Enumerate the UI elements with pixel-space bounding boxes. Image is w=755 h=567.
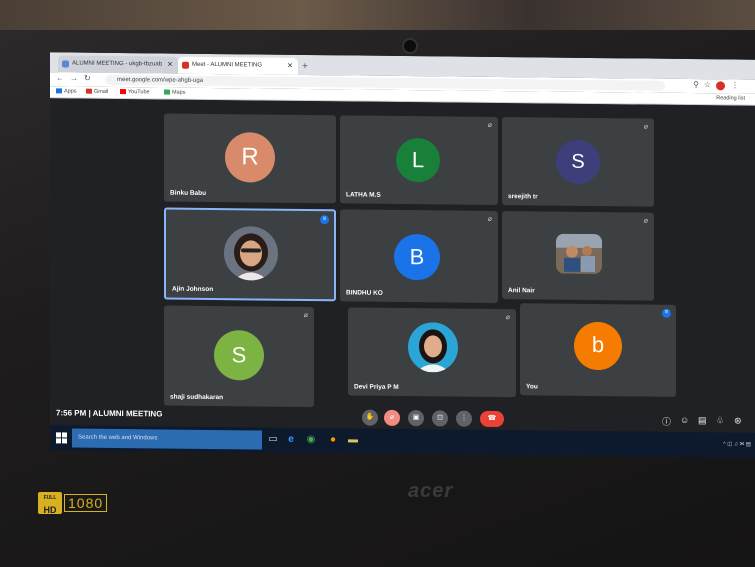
meeting-separator: |: [88, 408, 91, 418]
maps-icon: [164, 89, 170, 95]
tab-label: ALUMNI MEETING - ukgb-tbzuab: [72, 60, 163, 68]
avatar: L: [396, 137, 440, 183]
reading-list[interactable]: Reading list: [716, 95, 745, 101]
apps-grid-icon: [56, 88, 62, 94]
mic-off-icon: ⌀: [303, 311, 308, 320]
resolution-label: 1080: [64, 494, 108, 512]
people-icon[interactable]: ☺: [680, 415, 689, 425]
task-view-icon[interactable]: ▭: [266, 433, 280, 447]
firefox-icon[interactable]: ●: [326, 433, 340, 447]
bookmark-gmail[interactable]: Gmail: [86, 88, 108, 95]
account-avatar[interactable]: [716, 81, 725, 91]
avatar: b: [574, 321, 622, 371]
webcam: [402, 38, 418, 54]
participant-tile[interactable]: ≡ Ajin Johnson: [164, 207, 336, 302]
back-icon[interactable]: ←: [56, 73, 64, 82]
file-explorer-icon[interactable]: ▬: [346, 433, 360, 447]
brand-logo: acer: [408, 480, 454, 502]
bookmark-apps[interactable]: Apps: [56, 88, 77, 95]
present-button[interactable]: ⊡: [432, 410, 448, 427]
taskbar-search-box[interactable]: Search the web and Windows: [72, 428, 262, 450]
bookmark-youtube[interactable]: YouTube: [120, 89, 150, 95]
avatar: R: [225, 132, 275, 183]
participant-name: Ajin Johnson: [172, 285, 214, 294]
speaking-indicator-icon: ≡: [320, 215, 329, 225]
mic-off-icon: ⌀: [487, 121, 492, 129]
star-icon[interactable]: ☆: [704, 80, 711, 89]
participant-tile[interactable]: ⌀ S sreejith tr: [502, 117, 654, 207]
system-tray[interactable]: ^ ◫ ♫ ✉ ▤: [723, 441, 751, 447]
background-wall: [0, 0, 755, 30]
participant-photo: [408, 322, 458, 373]
windows-start-icon[interactable]: [56, 432, 67, 444]
avatar: B: [394, 233, 440, 281]
participant-name: Binku Babu: [170, 189, 207, 197]
mic-off-icon: ⌀: [505, 314, 510, 322]
participant-name: You: [526, 383, 538, 391]
info-icon[interactable]: ⓘ: [662, 415, 671, 428]
participant-tile[interactable]: ⌀ S shaji sudhakaran: [164, 305, 314, 408]
laptop-frame: ALUMNI MEETING - ukgb-tbzuab ✕ Meet - AL…: [0, 0, 755, 567]
key-icon[interactable]: ⚲: [693, 80, 699, 89]
participant-tile[interactable]: ⌀ L LATHA M.S: [340, 115, 498, 206]
participant-name: LATHA M.S: [346, 191, 381, 199]
participant-tile[interactable]: ≡ b You: [520, 303, 676, 397]
participant-name: Anil Nair: [508, 287, 535, 295]
captions-button[interactable]: ▣: [408, 410, 424, 427]
meeting-info: 7:56 PM | ALUMNI MEETING: [56, 408, 162, 418]
meet-grid: R Binku Babu ⌀ L LATHA M.S ⌀ S sreejith …: [50, 98, 755, 432]
close-icon[interactable]: ✕: [167, 57, 173, 74]
participant-name: BINDHU KO: [346, 289, 383, 297]
menu-icon[interactable]: ⋮: [731, 80, 739, 89]
raise-hand-button[interactable]: ✋: [362, 409, 378, 426]
person-photo-icon: [408, 322, 458, 373]
meeting-title: ALUMNI MEETING: [92, 408, 163, 419]
tab-favicon-icon: [62, 60, 69, 68]
participant-name: Devi Priya P M: [354, 383, 399, 391]
participant-tile[interactable]: R Binku Babu: [164, 113, 336, 204]
close-icon[interactable]: ✕: [287, 58, 293, 75]
participant-tile[interactable]: ⌀ Devi Priya P M: [348, 307, 516, 398]
avatar: S: [214, 330, 264, 381]
forward-icon[interactable]: →: [70, 74, 78, 83]
participant-photo: [556, 233, 602, 275]
mic-toggle-button[interactable]: ⌀: [384, 409, 400, 426]
bookmark-maps[interactable]: Maps: [164, 89, 185, 96]
reload-icon[interactable]: ↻: [84, 74, 91, 83]
end-call-button[interactable]: ☎: [480, 410, 504, 428]
more-options-button[interactable]: ⋮: [456, 410, 472, 427]
new-tab-icon[interactable]: +: [302, 58, 308, 75]
person-photo-icon: [556, 233, 602, 275]
speaking-indicator-icon: ≡: [662, 308, 671, 318]
tab-favicon-icon: [182, 61, 189, 69]
mic-off-icon: ⌀: [643, 123, 648, 131]
hd-logo: FULL HD: [38, 492, 62, 515]
chat-icon[interactable]: ▤: [698, 415, 707, 426]
browser-tab-2[interactable]: Meet - ALUMNI MEETING ✕: [178, 56, 298, 75]
meeting-clock: 7:56 PM: [56, 408, 87, 418]
mic-off-icon: ⌀: [487, 215, 492, 223]
participant-name: sreejith tr: [508, 193, 538, 201]
laptop-screen: ALUMNI MEETING - ukgb-tbzuab ✕ Meet - AL…: [50, 52, 755, 458]
person-photo-icon: [224, 226, 278, 281]
full-hd-badge: FULL HD 1080: [38, 492, 132, 515]
avatar: S: [556, 139, 600, 185]
participant-tile[interactable]: ⌀ Anil Nair: [502, 211, 654, 301]
lock-icon[interactable]: ⊛: [734, 415, 742, 426]
tab-label: Meet - ALUMNI MEETING: [192, 61, 263, 69]
youtube-icon: [120, 89, 126, 95]
browser-tab-1[interactable]: ALUMNI MEETING - ukgb-tbzuab ✕: [58, 55, 178, 74]
activities-icon[interactable]: ♧: [716, 415, 724, 426]
gmail-icon: [86, 88, 92, 94]
participant-tile[interactable]: ⌀ B BINDHU KO: [340, 209, 498, 304]
chrome-icon[interactable]: ◉: [304, 433, 318, 447]
mic-off-icon: ⌀: [643, 217, 648, 225]
edge-icon[interactable]: e: [284, 433, 298, 447]
participant-photo: [224, 226, 278, 281]
